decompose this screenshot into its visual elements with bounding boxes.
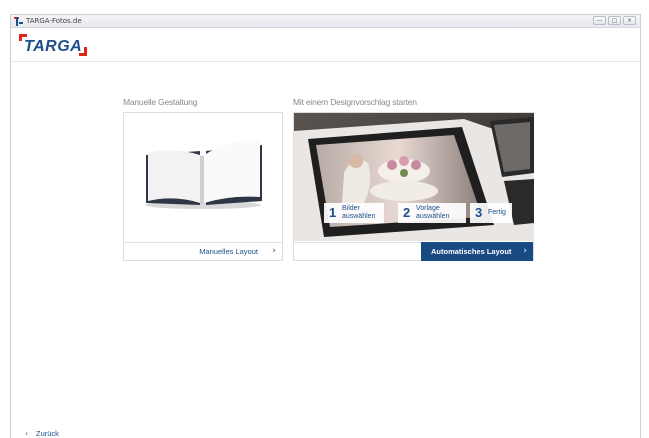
app-logo-icon bbox=[14, 17, 23, 26]
chevron-right-icon: › bbox=[523, 246, 527, 256]
manual-layout-card[interactable]: Manuelles Layout › bbox=[123, 112, 283, 261]
logo-text: TARGA bbox=[24, 38, 83, 55]
close-button[interactable]: ✕ bbox=[623, 16, 636, 25]
step-3: 3 Fertig bbox=[470, 203, 512, 223]
maximize-button[interactable]: □ bbox=[608, 16, 621, 25]
app-header: TARGA bbox=[11, 28, 640, 62]
manual-section-label: Manuelle Gestaltung bbox=[123, 97, 198, 107]
design-layout-card[interactable]: 1 Bilder auswählen 2 Vorlage auswählen 3… bbox=[293, 112, 534, 261]
automatic-layout-button-label[interactable]: Automatisches Layout bbox=[431, 247, 511, 256]
step-text: Fertig bbox=[488, 209, 506, 216]
design-layout-footer[interactable]: Automatisches Layout › bbox=[294, 242, 533, 261]
automatic-layout-button[interactable]: Automatisches Layout › bbox=[421, 242, 533, 261]
step-number: 3 bbox=[475, 205, 483, 220]
window-title: TARGA-Fotos.de bbox=[26, 17, 82, 25]
window-controls: — □ ✕ bbox=[593, 16, 636, 25]
step-1: 1 Bilder auswählen bbox=[324, 203, 384, 223]
manual-layout-button-label[interactable]: Manuelles Layout bbox=[199, 247, 258, 256]
step-text: Vorlage auswählen bbox=[416, 205, 450, 220]
manual-layout-footer[interactable]: Manuelles Layout › bbox=[124, 242, 282, 260]
back-link[interactable]: ‹ Zurück bbox=[25, 429, 59, 438]
step-text: Bilder auswählen bbox=[342, 205, 376, 220]
targa-logo: TARGA bbox=[19, 34, 89, 60]
chevron-right-icon: › bbox=[272, 246, 276, 256]
app-window: TARGA-Fotos.de — □ ✕ TARGA Manuelle Gest… bbox=[10, 14, 641, 438]
chevron-left-icon: ‹ bbox=[25, 429, 28, 438]
back-label[interactable]: Zurück bbox=[36, 429, 59, 438]
step-2: 2 Vorlage auswählen bbox=[398, 203, 466, 223]
design-section-label: Mit einem Designvorschlag starten bbox=[293, 97, 417, 107]
step-number: 1 bbox=[329, 205, 337, 220]
title-bar[interactable]: TARGA-Fotos.de — □ ✕ bbox=[11, 15, 640, 28]
logo-corner-bottom-right bbox=[79, 47, 87, 56]
step-number: 2 bbox=[403, 205, 411, 220]
open-book-icon bbox=[145, 140, 262, 209]
minimize-button[interactable]: — bbox=[593, 16, 606, 25]
